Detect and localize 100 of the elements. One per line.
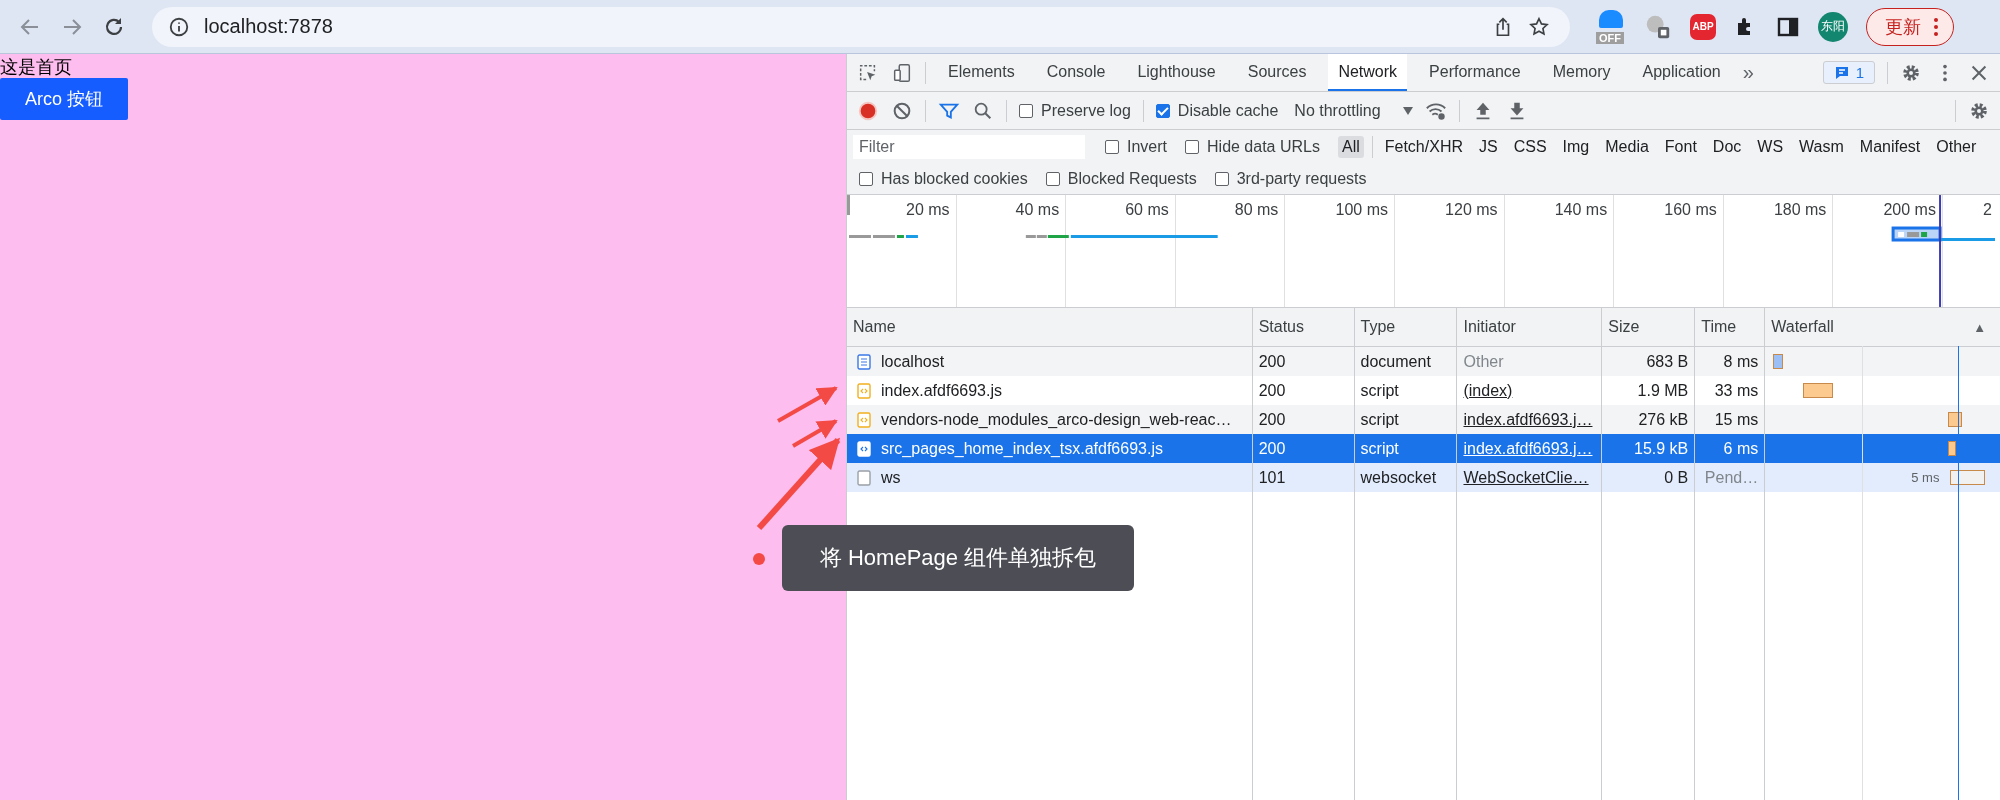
panel-tab[interactable]: Network [1328, 54, 1408, 91]
panel-tab[interactable]: Console [1036, 54, 1116, 91]
sort-indicator[interactable]: ▲ [1973, 319, 1986, 335]
panel-tab[interactable]: Memory [1542, 54, 1621, 91]
time-text: 15 ms [1714, 410, 1759, 429]
filter-checkbox[interactable]: Invert [1105, 138, 1167, 156]
request-name: vendors-node_modules_arco-design_web-reac… [881, 410, 1232, 429]
timeline-tick-label: 200 ms [1883, 201, 1936, 218]
resource-type-filter[interactable]: WS [1753, 136, 1788, 158]
size-text: 0 B [1664, 468, 1689, 487]
resource-type-filter[interactable]: CSS [1509, 136, 1551, 158]
initiator-link[interactable]: (index) [1463, 381, 1513, 400]
issues-badge[interactable]: 1 [1822, 61, 1875, 84]
filter-checkbox[interactable]: 3rd-party requests [1214, 170, 1367, 188]
resource-type: document [1360, 352, 1431, 371]
waterfall-bar [1803, 383, 1834, 398]
request-row[interactable]: ws 101 websocket WebSocketClie… 0 B Pend… 5 ms [847, 463, 2000, 492]
size-text: 683 B [1646, 352, 1689, 371]
initiator-link[interactable]: index.afdf6693.j… [1463, 439, 1593, 458]
script-file-icon [857, 440, 871, 457]
column-header[interactable]: Time [1701, 318, 1737, 336]
profile-avatar[interactable]: 东阳 [1818, 11, 1848, 42]
url-text: localhost:7878 [204, 15, 333, 38]
info-icon[interactable] [168, 15, 190, 38]
annotation-callout: 将 HomePage 组件单独拆包 [782, 525, 1134, 591]
resource-type-filter[interactable]: Other [1932, 136, 1981, 158]
resource-type-filter[interactable]: Img [1558, 136, 1594, 158]
device-icon[interactable] [891, 61, 913, 84]
time-text: 33 ms [1714, 381, 1759, 400]
extension-badge: OFF [1596, 31, 1624, 44]
column-header[interactable]: Status [1258, 318, 1304, 336]
timeline-tick-label: 80 ms [1234, 201, 1279, 218]
more-icon [1933, 16, 1939, 37]
filter-checkbox[interactable]: Hide data URLs [1185, 138, 1320, 156]
preserve-log-checkbox[interactable]: Preserve log [1019, 101, 1131, 120]
throttling-dropdown[interactable]: No throttling [1294, 101, 1413, 120]
timeline-tick-label: 180 ms [1773, 201, 1827, 218]
resource-type-filter[interactable]: Font [1660, 136, 1701, 158]
update-button[interactable]: 更新 [1866, 7, 1954, 46]
resource-type: script [1360, 439, 1399, 458]
request-name: src_pages_home_index_tsx.afdf6693.js [881, 439, 1163, 458]
column-header[interactable]: Size [1608, 318, 1640, 336]
panel-tab[interactable]: Lighthouse [1127, 54, 1226, 91]
column-header[interactable]: Type [1360, 318, 1396, 336]
request-name: ws [881, 468, 901, 487]
resource-type: script [1360, 381, 1399, 400]
waterfall-bar [1948, 441, 1957, 456]
status-code: 200 [1258, 352, 1286, 371]
column-header[interactable]: Waterfall [1771, 318, 1834, 336]
timeline-tick-label: 60 ms [1125, 201, 1169, 218]
size-text: 276 kB [1638, 410, 1689, 429]
more-tabs-button[interactable]: » [1742, 61, 1754, 84]
request-name: localhost [881, 352, 945, 371]
request-row[interactable]: src_pages_home_index_tsx.afdf6693.js 200 script index.afdf6693.j… 15.9 kB 6 ms [847, 434, 2000, 463]
waterfall-bar [1950, 470, 1986, 485]
panel-tab[interactable]: Elements [938, 54, 1025, 91]
timeline-tick-label: 100 ms [1335, 201, 1388, 218]
resource-type: websocket [1360, 468, 1437, 487]
address-bar[interactable]: localhost:7878 [152, 6, 1570, 47]
status-code: 200 [1258, 410, 1286, 429]
caret-icon [1402, 106, 1413, 115]
status-code: 200 [1258, 381, 1286, 400]
initiator-link[interactable]: index.afdf6693.j… [1463, 410, 1593, 429]
column-header[interactable]: Name [853, 318, 896, 336]
arco-button[interactable]: Arco 按钮 [0, 78, 128, 120]
resource-type: script [1360, 410, 1399, 429]
initiator-link[interactable]: WebSocketClie… [1463, 468, 1589, 487]
filter-checkbox[interactable]: Blocked Requests [1045, 170, 1197, 188]
size-text: 1.9 MB [1637, 381, 1689, 400]
page-heading: 这是首页 [0, 56, 73, 78]
initiator-text: Other [1463, 352, 1504, 371]
resource-type-filter[interactable]: Fetch/XHR [1380, 136, 1467, 158]
request-row[interactable]: vendors-node_modules_arco-design_web-reac… 200 script index.afdf6693.j… 276 kB 15 ms [847, 405, 2000, 434]
column-header[interactable]: Initiator [1463, 318, 1516, 336]
script-file-icon [857, 411, 871, 428]
timeline-tick-label: 2 [1982, 201, 1992, 218]
message-icon [1833, 64, 1850, 81]
waterfall-label: 5 ms [1911, 470, 1940, 485]
document-file-icon [857, 353, 871, 370]
request-name: index.afdf6693.js [881, 381, 1002, 400]
resource-type-filter[interactable]: All [1337, 136, 1364, 158]
star-icon[interactable] [1528, 15, 1550, 38]
time-text: 6 ms [1723, 439, 1759, 458]
script-file-icon [857, 382, 871, 399]
resource-type-filter[interactable]: Media [1601, 136, 1653, 158]
resource-type-filter[interactable]: Doc [1708, 136, 1746, 158]
resource-type-filter[interactable]: Manifest [1855, 136, 1925, 158]
filter-field[interactable]: Filter [853, 135, 1085, 159]
adblock-icon[interactable]: ABP [1690, 13, 1716, 40]
resource-type-filter[interactable]: Wasm [1795, 136, 1848, 158]
timeline-tick-label: 40 ms [1015, 201, 1060, 218]
panel-tab[interactable]: Sources [1237, 54, 1317, 91]
filter-checkbox[interactable]: Has blocked cookies [859, 170, 1028, 188]
resource-type-filter[interactable]: JS [1475, 136, 1502, 158]
disable-cache-checkbox[interactable]: Disable cache [1155, 101, 1279, 120]
issues-count: 1 [1855, 64, 1864, 81]
request-row[interactable]: localhost 200 document Other 683 B 8 ms [847, 347, 2000, 376]
panel-tab[interactable]: Application [1632, 54, 1731, 91]
panel-tab[interactable]: Performance [1419, 54, 1531, 91]
record-button[interactable] [857, 99, 879, 122]
